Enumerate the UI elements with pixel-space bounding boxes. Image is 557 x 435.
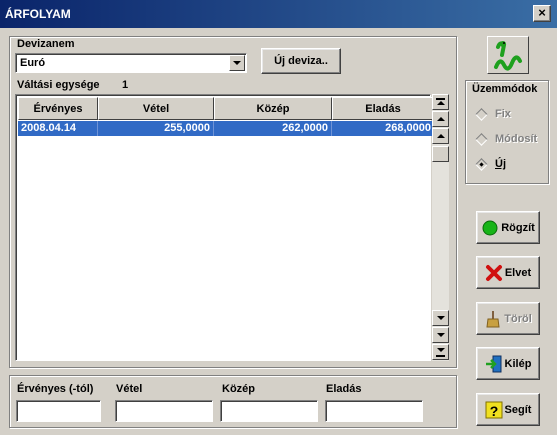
scroll-thumb[interactable] xyxy=(432,146,449,162)
close-window-button[interactable]: × xyxy=(533,5,551,22)
help-button[interactable]: ? Segít xyxy=(476,393,540,426)
column-header-mid[interactable]: Közép xyxy=(214,97,332,120)
column-header-buy[interactable]: Vétel xyxy=(98,97,214,120)
exit-button[interactable]: Kilép xyxy=(476,347,540,380)
scroll-page-up-button[interactable] xyxy=(432,128,449,144)
scroll-last-button[interactable] xyxy=(432,344,449,360)
currency-label: Devizanem xyxy=(17,38,75,50)
triangle-down-icon xyxy=(437,333,445,337)
chevron-down-icon[interactable] xyxy=(229,55,245,71)
mode-fix-radio[interactable]: Fix xyxy=(475,107,511,121)
discard-label: Elvet xyxy=(504,266,532,279)
column-header-sell[interactable]: Eladás xyxy=(332,97,434,120)
radio-diamond-icon xyxy=(475,107,488,121)
scroll-first-button[interactable] xyxy=(432,94,449,110)
grid-header: Érvényes Vétel Közép Eladás xyxy=(18,97,434,120)
triangle-down-icon xyxy=(437,348,445,352)
valid-from-field[interactable] xyxy=(16,400,101,422)
last-bar-icon xyxy=(436,355,445,357)
exit-label: Kilép xyxy=(504,357,532,370)
worm-logo-icon xyxy=(487,36,529,74)
mode-modify-label: Módosít xyxy=(495,133,538,145)
discard-button[interactable]: Elvet xyxy=(476,256,540,289)
green-circle-icon xyxy=(482,220,498,235)
svg-text:?: ? xyxy=(489,403,498,419)
cell-valid-date[interactable]: 2008.04.14 xyxy=(18,121,98,136)
mode-new-radio[interactable]: Új xyxy=(475,157,506,171)
sell-label: Eladás xyxy=(326,383,362,395)
delete-label: Töröl xyxy=(504,312,532,325)
exit-door-icon xyxy=(485,355,502,372)
sell-field[interactable] xyxy=(325,400,423,422)
new-currency-button[interactable]: Új deviza.. xyxy=(261,48,341,74)
scroll-page-down-button[interactable] xyxy=(432,310,449,326)
buy-field[interactable] xyxy=(115,400,213,422)
triangle-up-icon xyxy=(437,101,445,105)
exchange-unit-value: 1 xyxy=(122,79,129,91)
mode-fix-label: Fix xyxy=(495,108,511,120)
exchange-unit-label: Váltási egysége xyxy=(17,79,100,91)
mode-new-label: Új xyxy=(495,158,506,170)
window-title: ÁRFOLYAM xyxy=(5,7,71,21)
grid-scrollbar[interactable] xyxy=(432,94,449,361)
triangle-up-icon xyxy=(437,117,445,121)
currency-select-value: Euró xyxy=(20,57,46,69)
rates-grid[interactable]: Érvényes Vétel Közép Eladás 2008.04.14 2… xyxy=(15,94,434,361)
modes-title: Üzemmódok xyxy=(472,83,538,95)
radio-diamond-icon xyxy=(475,132,488,146)
column-header-valid[interactable]: Érvényes xyxy=(18,97,98,120)
radio-diamond-selected-icon xyxy=(475,157,488,171)
question-icon: ? xyxy=(485,401,503,419)
table-row[interactable]: 2008.04.14 255,0000 262,0000 268,0000 xyxy=(18,121,434,136)
currency-select[interactable]: Euró xyxy=(15,53,247,73)
buy-label: Vétel xyxy=(116,383,143,395)
cell-buy[interactable]: 255,0000 xyxy=(98,121,214,136)
mid-field[interactable] xyxy=(220,400,318,422)
mid-label: Közép xyxy=(222,383,255,395)
save-label: Rögzít xyxy=(501,221,535,234)
save-button[interactable]: Rögzít xyxy=(476,211,540,244)
valid-from-label: Érvényes (-tól) xyxy=(17,383,94,395)
triangle-down-icon xyxy=(437,316,445,320)
triangle-up-icon xyxy=(437,134,445,138)
scroll-down-button[interactable] xyxy=(432,327,449,343)
help-label: Segít xyxy=(504,403,532,416)
broom-icon xyxy=(486,310,500,327)
title-bar: ÁRFOLYAM × xyxy=(0,0,557,28)
mode-modify-radio[interactable]: Módosít xyxy=(475,132,538,146)
red-x-icon xyxy=(485,264,502,281)
cell-sell[interactable]: 268,0000 xyxy=(332,121,434,136)
first-bar-icon xyxy=(436,98,445,100)
cell-mid[interactable]: 262,0000 xyxy=(214,121,332,136)
scroll-up-button[interactable] xyxy=(432,111,449,127)
delete-button[interactable]: Töröl xyxy=(476,302,540,335)
